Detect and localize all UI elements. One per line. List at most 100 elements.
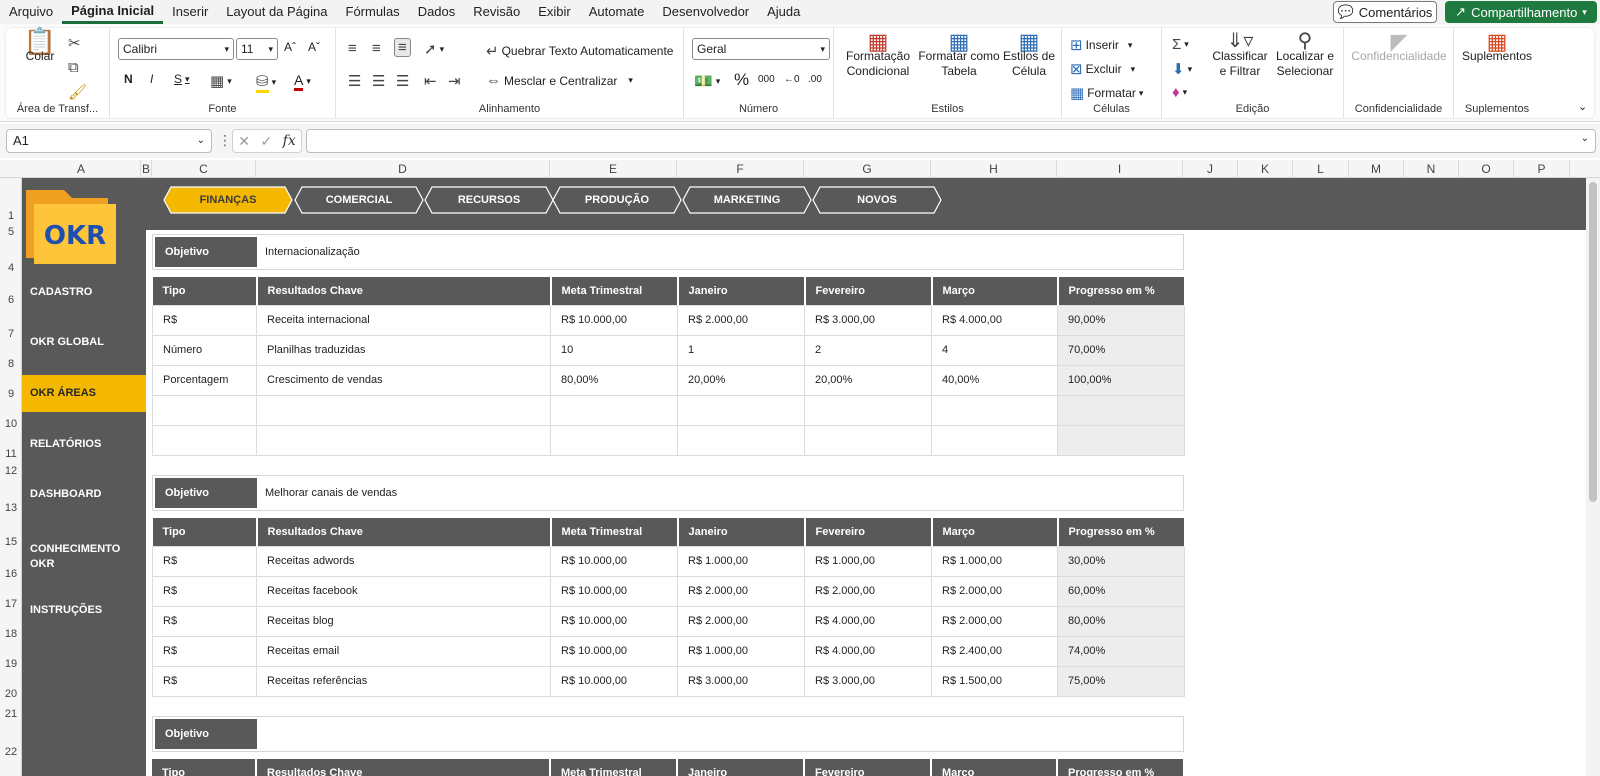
table-cell[interactable]: Receitas email: [256, 635, 551, 667]
table-cell[interactable]: R$: [152, 605, 257, 637]
align-top-button[interactable]: ≡: [348, 40, 357, 57]
insert-cells-button[interactable]: ⊞ Inserir ▾: [1070, 36, 1132, 54]
delete-cells-button[interactable]: ⊠ Excluir ▾: [1070, 60, 1135, 78]
wrap-text-button[interactable]: ↵ Quebrar Texto Automaticamente: [486, 42, 673, 60]
paste-button[interactable]: 📋 Colar: [20, 28, 60, 64]
menu-item-5[interactable]: Dados: [409, 0, 465, 24]
sidebar-item-0[interactable]: CADASTRO: [22, 274, 146, 310]
find-select-button[interactable]: ⚲ Localizar e Selecionar: [1270, 31, 1340, 79]
row-header-10[interactable]: 10: [0, 418, 22, 430]
tab-recursos[interactable]: RECURSOS: [424, 186, 554, 214]
scrollbar-thumb[interactable]: [1589, 182, 1597, 502]
table-cell[interactable]: R$: [152, 545, 257, 577]
table-cell[interactable]: 60,00%: [1057, 575, 1185, 607]
table-cell[interactable]: R$ 4.000,00: [804, 635, 932, 667]
sidebar-item-5[interactable]: CONHECIMENTO OKR: [22, 526, 146, 588]
table-cell[interactable]: 20,00%: [677, 364, 805, 396]
table-cell[interactable]: R$: [152, 635, 257, 667]
table-cell[interactable]: 70,00%: [1057, 334, 1185, 366]
column-header-l[interactable]: L: [1293, 160, 1349, 178]
column-header-g[interactable]: G: [804, 160, 931, 178]
clear-button[interactable]: ♦ ▾: [1172, 84, 1187, 101]
table-cell[interactable]: R$ 3.000,00: [804, 665, 932, 697]
table-cell[interactable]: 10: [550, 334, 678, 366]
cut-button[interactable]: ✂: [68, 34, 81, 52]
table-cell[interactable]: R$ 2.000,00: [931, 605, 1058, 637]
table-cell[interactable]: Receita internacional: [256, 304, 551, 336]
column-header-f[interactable]: F: [677, 160, 804, 178]
table-cell[interactable]: [152, 394, 257, 426]
column-header-n[interactable]: N: [1404, 160, 1459, 178]
sidebar-item-6[interactable]: INSTRUÇÕES: [22, 592, 146, 628]
table-cell[interactable]: 90,00%: [1057, 304, 1185, 336]
sidebar-item-1[interactable]: OKR GLOBAL: [22, 324, 146, 360]
column-header-o[interactable]: O: [1459, 160, 1514, 178]
row-header-17[interactable]: 17: [0, 598, 22, 610]
row-header-18[interactable]: 18: [0, 628, 22, 640]
table-cell[interactable]: [677, 424, 805, 456]
align-right-button[interactable]: ☰: [396, 72, 409, 90]
menu-item-1[interactable]: Página Inicial: [62, 0, 164, 24]
name-box[interactable]: A1 ⌄: [6, 129, 212, 153]
check-icon[interactable]: ✓: [260, 133, 272, 150]
menu-item-2[interactable]: Inserir: [163, 0, 217, 24]
align-bottom-button[interactable]: ≡: [394, 38, 411, 57]
tab-marketing[interactable]: MARKETING: [682, 186, 812, 214]
table-cell[interactable]: [931, 424, 1058, 456]
table-cell[interactable]: R$ 3.000,00: [677, 665, 805, 697]
format-painter-button[interactable]: 🖌: [68, 83, 87, 101]
table-cell[interactable]: 40,00%: [931, 364, 1058, 396]
column-header-h[interactable]: H: [931, 160, 1057, 178]
autosum-button[interactable]: Σ ▾: [1172, 36, 1189, 53]
table-cell[interactable]: [1057, 424, 1185, 456]
table-cell[interactable]: Planilhas traduzidas: [256, 334, 551, 366]
table-cell[interactable]: 74,00%: [1057, 635, 1185, 667]
menu-item-8[interactable]: Automate: [580, 0, 654, 24]
table-cell[interactable]: R$ 4.000,00: [804, 605, 932, 637]
borders-button[interactable]: ▦ ▾: [210, 72, 232, 90]
font-color-button[interactable]: A ▾: [294, 72, 311, 91]
objective-value[interactable]: Internacionalização: [265, 237, 360, 267]
merge-center-button[interactable]: ⇔ Mesclar e Centralizar ▾: [486, 72, 633, 89]
table-cell[interactable]: R$: [152, 665, 257, 697]
align-middle-button[interactable]: ≡: [372, 40, 381, 57]
cancel-icon[interactable]: ✕: [238, 133, 250, 150]
table-cell[interactable]: 4: [931, 334, 1058, 366]
comments-button[interactable]: 💬 Comentários: [1333, 1, 1437, 23]
table-cell[interactable]: Porcentagem: [152, 364, 257, 396]
currency-button[interactable]: 💵 ▾: [694, 72, 720, 90]
table-cell[interactable]: [256, 394, 551, 426]
menu-item-6[interactable]: Revisão: [464, 0, 529, 24]
increase-indent-button[interactable]: ⇥: [448, 72, 461, 90]
objective-value[interactable]: Melhorar canais de vendas: [265, 478, 397, 508]
table-cell[interactable]: R$ 1.000,00: [677, 635, 805, 667]
insert-function-button[interactable]: fx: [283, 133, 296, 149]
sidebar-item-4[interactable]: DASHBOARD: [22, 476, 146, 513]
font-name-select[interactable]: Calibri ▾: [118, 38, 234, 60]
row-header-13[interactable]: 13: [0, 502, 22, 514]
tab-produção[interactable]: PRODUÇÃO: [552, 186, 682, 214]
conditional-formatting-button[interactable]: ▦ Formatação Condicional: [840, 31, 916, 79]
orientation-button[interactable]: ➚ ▾: [424, 40, 444, 58]
table-cell[interactable]: R$ 1.500,00: [931, 665, 1058, 697]
table-cell[interactable]: R$ 10.000,00: [550, 605, 678, 637]
sheet-grid[interactable]: OKR CADASTRO OKR GLOBAL OKR ÁREAS RELATÓRIO…: [22, 178, 1586, 776]
row-header-7[interactable]: 7: [0, 328, 22, 340]
italic-button[interactable]: I: [150, 72, 153, 86]
table-cell[interactable]: 75,00%: [1057, 665, 1185, 697]
row-header-5[interactable]: 5: [0, 226, 22, 238]
row-header-15[interactable]: 15: [0, 536, 22, 548]
number-format-select[interactable]: Geral ▾: [692, 38, 830, 60]
column-header-j[interactable]: J: [1183, 160, 1238, 178]
fill-button[interactable]: ⬇ ▾: [1172, 60, 1192, 78]
font-size-select[interactable]: 11 ▾: [236, 38, 278, 60]
align-center-button[interactable]: ☰: [372, 72, 385, 90]
table-cell[interactable]: Crescimento de vendas: [256, 364, 551, 396]
column-header-i[interactable]: I: [1057, 160, 1183, 178]
shrink-font-button[interactable]: Aˇ: [308, 40, 320, 54]
table-cell[interactable]: [1057, 394, 1185, 426]
table-cell[interactable]: [804, 394, 932, 426]
underline-button[interactable]: S ▾: [174, 72, 190, 86]
table-cell[interactable]: R$ 2.000,00: [804, 575, 932, 607]
table-cell[interactable]: R$ 10.000,00: [550, 575, 678, 607]
